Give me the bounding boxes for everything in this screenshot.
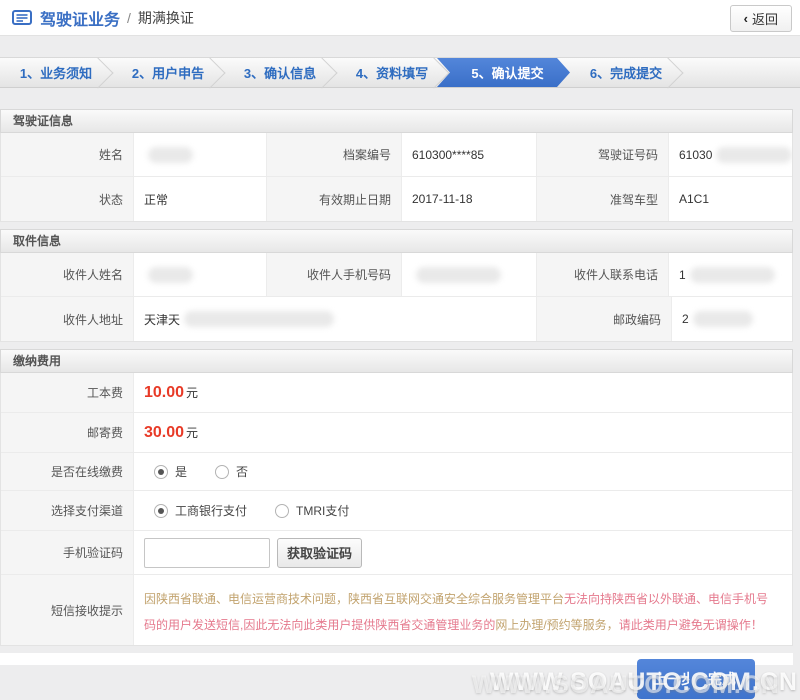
step-1-notice[interactable]: 1、业务须知 — [0, 58, 112, 87]
sms-tip-label: 短信接收提示 — [1, 575, 133, 645]
table-row: 收件人地址 天津天 邮政编码 2 — [1, 297, 792, 341]
license-no-label: 驾驶证号码 — [536, 133, 668, 176]
finish-button[interactable]: 完成 — [689, 659, 755, 699]
online-pay-options: 是 否 — [133, 453, 792, 490]
top-bar: 驾驶证业务 / 期满换证 ‹ 返回 — [0, 0, 800, 36]
table-row: 工本费 10.00 元 — [1, 373, 792, 413]
section-title: 驾驶证信息 — [0, 109, 793, 133]
recipient-mobile-value — [401, 253, 536, 296]
name-label: 姓名 — [1, 133, 133, 176]
back-button-label: 返回 — [751, 12, 778, 27]
table-row: 手机验证码 获取验证码 — [1, 531, 792, 575]
step-2-declaration[interactable]: 2、用户申告 — [112, 58, 224, 87]
section-fees: 缴纳费用 工本费 10.00 元 邮寄费 30.00 元 是否在线缴费 是 否 … — [0, 349, 793, 646]
vehicle-class-label: 准驾车型 — [536, 177, 668, 221]
step-4-fill-data[interactable]: 4、资料填写 — [336, 58, 448, 87]
address-value: 天津天 — [133, 297, 536, 341]
expiry-label: 有效期止日期 — [266, 177, 401, 221]
file-no-value: 610300****85 — [401, 133, 536, 176]
recipient-phone-value: 1 — [668, 253, 792, 296]
channel-icbc-option[interactable]: 工商银行支付 — [154, 502, 247, 519]
fee-unit: 元 — [186, 386, 199, 400]
name-value — [133, 133, 266, 176]
online-pay-yes-radio[interactable] — [154, 464, 168, 479]
sms-code-field: 获取验证码 — [133, 531, 792, 574]
recipient-mobile-label: 收件人手机号码 — [266, 253, 401, 296]
get-code-button[interactable]: 获取验证码 — [277, 537, 363, 568]
step-5-confirm-submit[interactable]: 5、确认提交 — [437, 58, 570, 87]
masked-license-no — [716, 146, 792, 163]
sms-tip-text: 因陕西省联通、电信运营商技术问题，陕西省互联网交通安全综合服务管理平台无法向持陕… — [133, 575, 792, 645]
online-pay-yes-option[interactable]: 是 — [154, 463, 187, 480]
pay-channel-options: 工商银行支付 TMRI支付 — [133, 491, 792, 530]
address-label: 收件人地址 — [1, 297, 133, 341]
table-row: 选择支付渠道 工商银行支付 TMRI支付 — [1, 491, 792, 531]
step-6-finish-submit[interactable]: 6、完成提交 — [570, 58, 682, 87]
page-title: 驾驶证业务 — [40, 11, 121, 29]
section-title: 缴纳费用 — [0, 349, 793, 373]
postage-fee-value: 30.00 元 — [133, 413, 792, 452]
masked-address — [184, 311, 335, 327]
table-row: 邮寄费 30.00 元 — [1, 413, 792, 453]
recipient-phone-label: 收件人联系电话 — [536, 253, 668, 296]
online-pay-no-radio[interactable] — [215, 464, 230, 479]
masked-recipient-mobile — [416, 266, 501, 283]
license-form-icon — [12, 10, 32, 25]
table-row: 收件人姓名 收件人手机号码 收件人联系电话 1 — [1, 253, 792, 297]
status-value: 正常 — [133, 177, 266, 221]
online-pay-no-option[interactable]: 否 — [215, 463, 248, 480]
table-row: 是否在线缴费 是 否 — [1, 453, 792, 491]
masked-postcode — [692, 311, 753, 327]
section-license-info: 驾驶证信息 姓名 档案编号 610300****85 驾驶证号码 61030 状… — [0, 109, 793, 222]
breadcrumb-separator: / — [127, 9, 131, 26]
section-title: 取件信息 — [0, 229, 793, 253]
online-pay-label: 是否在线缴费 — [1, 453, 133, 490]
steps-bar: 1、业务须知 2、用户申告 3、确认信息 4、资料填写 5、确认提交 6、完成提… — [0, 57, 800, 88]
masked-recipient-name — [148, 266, 193, 283]
recipient-name-value — [133, 253, 266, 296]
postage-fee-label: 邮寄费 — [1, 413, 133, 452]
masked-recipient-phone — [689, 266, 775, 283]
vehicle-class-value: A1C1 — [668, 177, 792, 221]
breadcrumb-current: 期满换证 — [137, 9, 194, 26]
back-chevron-icon: ‹ — [743, 11, 748, 26]
channel-tmri-option[interactable]: TMRI支付 — [275, 502, 349, 519]
production-fee-label: 工本费 — [1, 373, 133, 412]
postcode-label: 邮政编码 — [536, 297, 671, 341]
masked-name — [148, 146, 193, 163]
postcode-value: 2 — [671, 297, 792, 341]
file-no-label: 档案编号 — [266, 133, 401, 176]
expiry-value: 2017-11-18 — [401, 177, 536, 221]
license-no-value: 61030 — [668, 133, 792, 176]
channel-icbc-radio[interactable] — [154, 503, 168, 518]
production-fee-value: 10.00 元 — [133, 373, 792, 412]
recipient-name-label: 收件人姓名 — [1, 253, 133, 296]
status-label: 状态 — [1, 177, 133, 221]
sms-code-input[interactable] — [144, 537, 270, 568]
step-3-confirm-info[interactable]: 3、确认信息 — [224, 58, 336, 87]
section-pickup-info: 取件信息 收件人姓名 收件人手机号码 收件人联系电话 1 收件人地址 天津天 邮… — [0, 229, 793, 342]
fee-unit: 元 — [186, 426, 199, 440]
sms-code-label: 手机验证码 — [1, 531, 133, 574]
back-button[interactable]: ‹ 返回 — [729, 5, 792, 32]
table-row: 状态 正常 有效期止日期 2017-11-18 准驾车型 A1C1 — [1, 177, 792, 221]
table-row: 短信接收提示 因陕西省联通、电信运营商技术问题，陕西省互联网交通安全综合服务管理… — [1, 575, 792, 645]
steps-bar-filler — [682, 58, 800, 87]
table-row: 姓名 档案编号 610300****85 驾驶证号码 61030 — [1, 133, 792, 177]
channel-tmri-radio[interactable] — [275, 503, 290, 518]
pay-channel-label: 选择支付渠道 — [1, 491, 133, 530]
main-content: 驾驶证信息 姓名 档案编号 610300****85 驾驶证号码 61030 状… — [0, 109, 800, 665]
